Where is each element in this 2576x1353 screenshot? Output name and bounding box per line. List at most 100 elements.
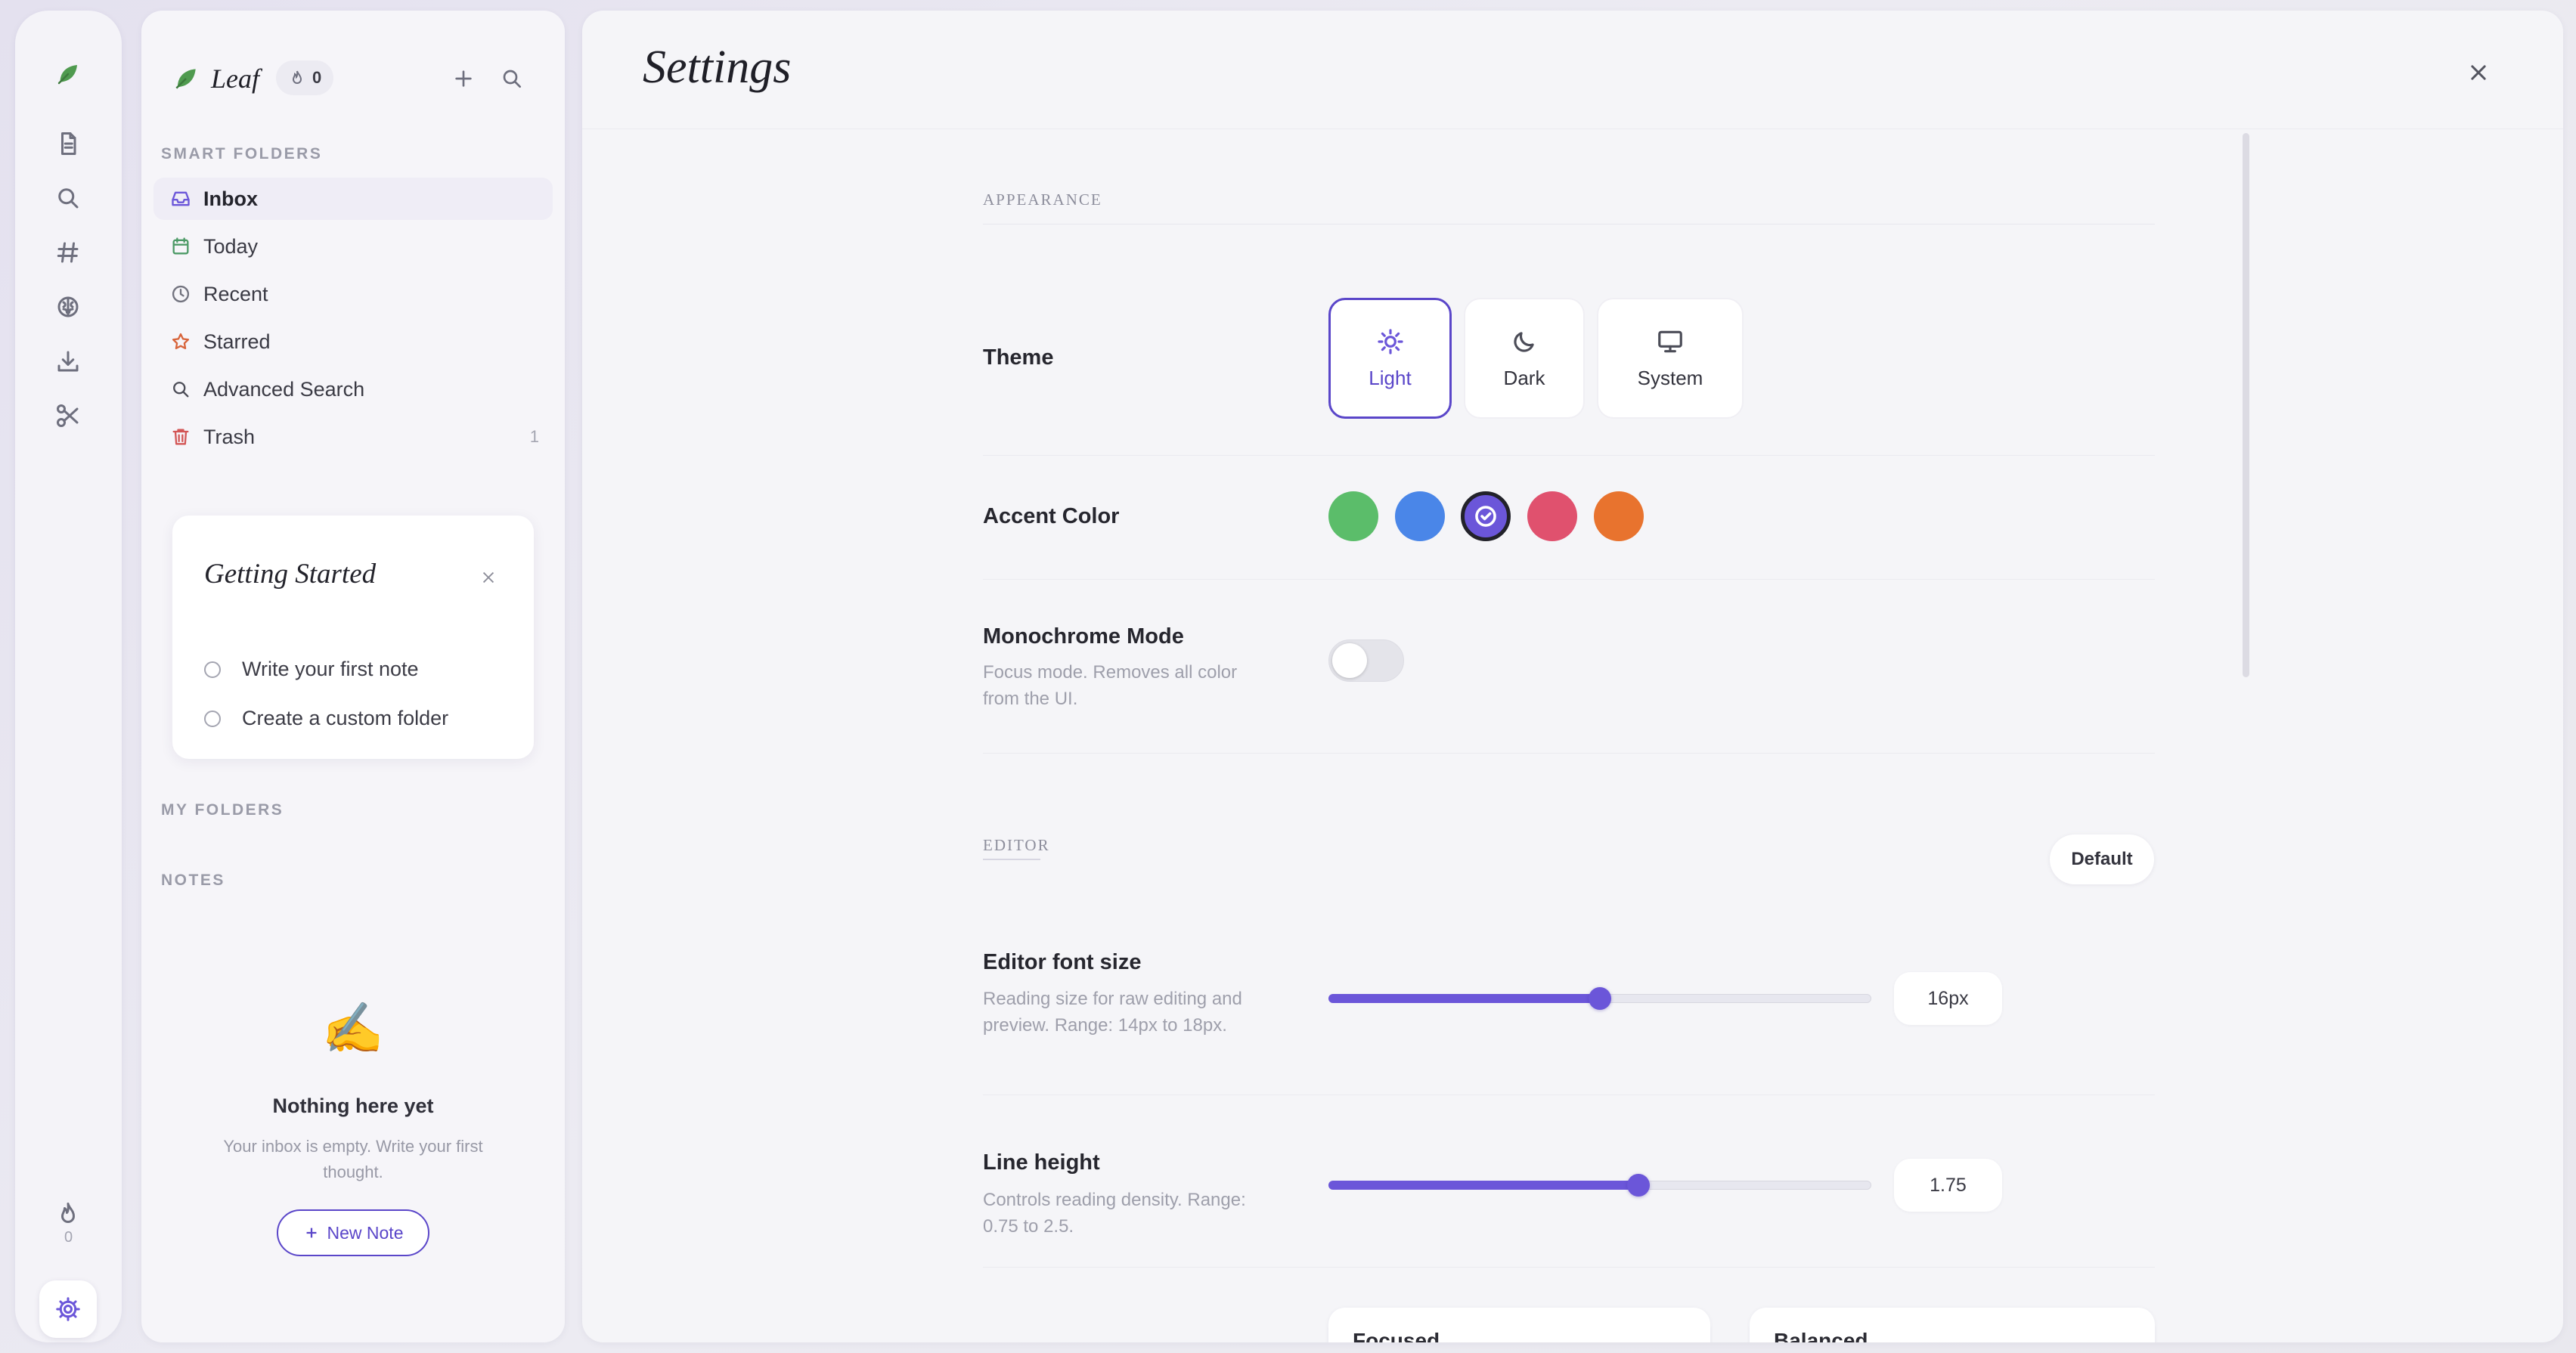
plus-icon bbox=[455, 70, 472, 87]
sun-icon bbox=[1377, 328, 1403, 355]
sidebar-item-today[interactable]: Today bbox=[153, 225, 553, 268]
divider bbox=[983, 753, 2155, 754]
flame-icon[interactable] bbox=[50, 1196, 86, 1232]
editor-section-label: EDITOR bbox=[983, 836, 1050, 854]
font-size-value: 16px bbox=[1894, 972, 2002, 1025]
accent-swatch-pink[interactable] bbox=[1527, 491, 1577, 541]
my-folders-label: MY FOLDERS bbox=[161, 801, 284, 819]
slider-thumb[interactable] bbox=[1627, 1174, 1651, 1197]
line-height-label: Line height bbox=[983, 1150, 1100, 1175]
brain-icon[interactable] bbox=[50, 289, 86, 325]
accent-swatch-blue[interactable] bbox=[1395, 491, 1445, 541]
checklist-item[interactable]: Create a custom folder bbox=[204, 707, 448, 730]
getting-started-title: Getting Started bbox=[204, 559, 377, 590]
preset-label: Balanced bbox=[1774, 1329, 1868, 1342]
accent-swatch-green[interactable] bbox=[1328, 491, 1378, 541]
add-note-button[interactable] bbox=[445, 60, 482, 97]
theme-option-label: System bbox=[1637, 366, 1703, 389]
search-icon bbox=[503, 70, 521, 88]
font-size-slider[interactable] bbox=[1328, 987, 1871, 1010]
close-icon bbox=[482, 571, 494, 584]
divider bbox=[983, 579, 2155, 580]
monochrome-label: Monochrome Mode bbox=[983, 624, 1184, 649]
sidebar-item-starred[interactable]: Starred bbox=[153, 320, 553, 363]
monitor-icon bbox=[1658, 330, 1682, 352]
empty-state-title: Nothing here yet bbox=[272, 1094, 434, 1117]
theme-dark-button[interactable]: Dark bbox=[1464, 298, 1585, 419]
settings-header bbox=[582, 11, 2563, 129]
checkbox[interactable] bbox=[204, 710, 221, 727]
hashtag-icon[interactable] bbox=[50, 234, 86, 271]
leaf-logo-icon bbox=[175, 69, 196, 89]
monochrome-description: Focus mode. Removes all color from the U… bbox=[983, 662, 1238, 709]
appearance-section-label: APPEARANCE bbox=[983, 190, 1102, 209]
inbox-icon bbox=[172, 191, 190, 206]
gear-icon bbox=[56, 1297, 80, 1321]
slider-fill bbox=[1328, 994, 1600, 1003]
sidebar-item-label: Recent bbox=[203, 282, 268, 305]
sidebar-item-inbox[interactable]: Inbox bbox=[153, 178, 553, 220]
notes-icon[interactable] bbox=[50, 125, 86, 162]
divider bbox=[983, 1267, 2155, 1268]
divider bbox=[983, 1094, 2155, 1095]
theme-light-button[interactable]: Light bbox=[1328, 298, 1452, 419]
monochrome-toggle[interactable] bbox=[1328, 639, 1404, 682]
sidebar-item-label: Starred bbox=[203, 330, 271, 353]
calendar-icon bbox=[172, 237, 189, 255]
preset-card-focused[interactable]: Focused bbox=[1328, 1308, 1710, 1342]
plus-icon bbox=[306, 1228, 316, 1238]
smart-folders-label: SMART FOLDERS bbox=[161, 145, 323, 163]
rail-streak-count: 0 bbox=[64, 1229, 73, 1246]
notes-label: NOTES bbox=[161, 872, 225, 889]
new-note-label: New Note bbox=[327, 1222, 404, 1243]
reset-default-button[interactable]: Default bbox=[2050, 834, 2154, 884]
getting-started-card: Getting Started Write your first note Cr… bbox=[172, 516, 534, 759]
checklist-item-label: Write your first note bbox=[242, 658, 419, 680]
brand: Leaf bbox=[172, 63, 259, 94]
slider-thumb[interactable] bbox=[1589, 987, 1611, 1010]
streak-chip[interactable]: 0 bbox=[276, 60, 334, 95]
moon-icon bbox=[1514, 331, 1534, 352]
accent-swatch-purple[interactable] bbox=[1461, 491, 1511, 541]
empty-state-subtitle: Your inbox is empty. Write your first th… bbox=[223, 1137, 483, 1181]
writing-hand-icon: ✍️ bbox=[321, 1000, 385, 1056]
trash-icon bbox=[172, 429, 189, 445]
new-note-button[interactable]: New Note bbox=[277, 1209, 429, 1256]
streak-count: 0 bbox=[312, 68, 322, 87]
sidebar-item-label: Inbox bbox=[203, 187, 258, 210]
sidebar-item-label: Advanced Search bbox=[203, 377, 365, 401]
theme-label: Theme bbox=[983, 345, 1054, 370]
line-height-value: 1.75 bbox=[1894, 1159, 2002, 1212]
accent-swatch-orange[interactable] bbox=[1594, 491, 1644, 541]
download-icon[interactable] bbox=[50, 343, 86, 379]
trash-count: 1 bbox=[529, 427, 539, 446]
sidebar-item-recent[interactable]: Recent bbox=[153, 273, 553, 315]
checklist-item-label: Create a custom folder bbox=[242, 707, 449, 729]
sidebar-item-advanced-search[interactable]: Advanced Search bbox=[153, 368, 553, 410]
scissors-icon[interactable] bbox=[50, 398, 86, 434]
check-circle-icon bbox=[1475, 506, 1496, 527]
theme-system-button[interactable]: System bbox=[1597, 298, 1744, 419]
star-icon bbox=[172, 333, 190, 350]
close-settings-button[interactable] bbox=[2462, 56, 2495, 89]
toggle-knob bbox=[1332, 643, 1367, 678]
icon-rail: 0 bbox=[15, 11, 122, 1342]
checklist-item[interactable]: Write your first note bbox=[204, 658, 419, 681]
line-height-description: Controls reading density. Range: 0.75 to… bbox=[983, 1190, 1246, 1237]
settings-button[interactable] bbox=[39, 1280, 97, 1338]
section-underline bbox=[983, 859, 1040, 860]
font-size-label: Editor font size bbox=[983, 950, 1142, 974]
sidebar-item-trash[interactable]: Trash 1 bbox=[153, 416, 553, 458]
font-size-description: Reading size for raw editing and preview… bbox=[983, 989, 1242, 1036]
scrollbar-thumb[interactable] bbox=[2243, 133, 2249, 677]
theme-option-label: Light bbox=[1369, 366, 1412, 389]
close-icon bbox=[2471, 65, 2486, 80]
getting-started-close-button[interactable] bbox=[476, 565, 501, 590]
checkbox[interactable] bbox=[204, 661, 221, 678]
line-height-slider[interactable] bbox=[1328, 1174, 1871, 1197]
sidebar: Leaf 0 SMART FOLDERS Inbox Today Recent … bbox=[141, 11, 565, 1342]
search-icon[interactable] bbox=[50, 180, 86, 216]
preset-card-balanced[interactable]: Balanced bbox=[1750, 1308, 2155, 1342]
search-button[interactable] bbox=[494, 60, 530, 97]
leaf-logo-icon bbox=[50, 56, 86, 92]
